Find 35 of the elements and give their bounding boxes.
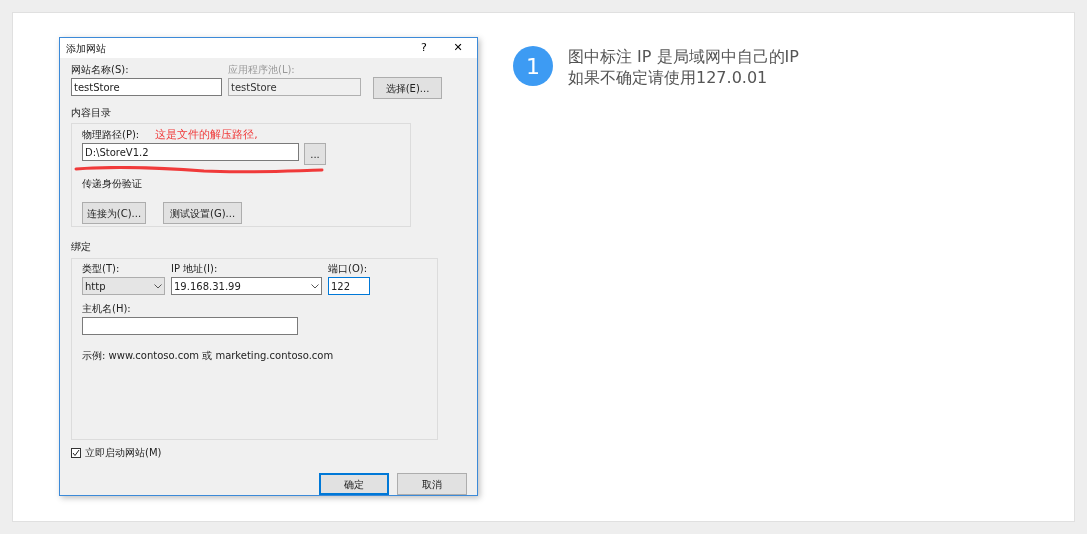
step-number: 1 [513,46,553,86]
path-field[interactable]: D:\StoreV1.2 [82,143,299,161]
field-label: 网站名称(S): [71,64,130,76]
select-button[interactable]: 选择(E)... [373,77,442,99]
dialog-button[interactable]: 取消 [397,473,467,495]
chevron-down-icon [154,283,162,289]
ip-address-dropdown[interactable]: 19.168.31.99 [171,277,322,295]
browse-button[interactable]: ... [304,143,326,165]
site-name-field[interactable]: testStore [71,78,222,96]
checkbox[interactable] [71,448,81,458]
field-label: 端口(O): [328,263,369,275]
field-label: 主机名(H): [82,303,132,315]
close-button[interactable]: ✕ [439,39,477,57]
annotation-text: 这是文件的解压路径, [155,129,258,141]
check-icon [72,449,80,457]
help-button[interactable]: ? [409,39,439,57]
group-title: 内容目录 [71,107,111,118]
connect-as-button[interactable]: 连接为(C)... [82,202,146,224]
note-text: 如果不确定请使用127.0.01 [568,67,769,88]
field-label: 应用程序池(L): [228,64,296,76]
chevron-down-icon [311,283,319,289]
type-dropdown[interactable]: http [82,277,165,295]
checkbox-label: 立即启动网站(M) [85,447,162,459]
field-label: 物理路径(P): [82,129,140,141]
dialog-button[interactable]: 确定 [319,473,389,495]
field-label: IP 地址(I): [171,263,219,275]
host-name-field[interactable] [82,317,298,335]
test-settings-button[interactable]: 测试设置(G)... [163,202,243,224]
port-field[interactable]: 122 [328,277,370,295]
group-title: 绑定 [71,241,91,252]
field-label: 传递身份验证 [82,178,142,189]
example-text: 示例: www.contoso.com 或 marketing.contoso.com [82,350,334,361]
note-text: 图中标注 IP 是局域网中自己的IP [568,46,799,67]
window-title: 添加网站 [66,41,107,56]
field-label: 类型(T): [82,263,121,275]
